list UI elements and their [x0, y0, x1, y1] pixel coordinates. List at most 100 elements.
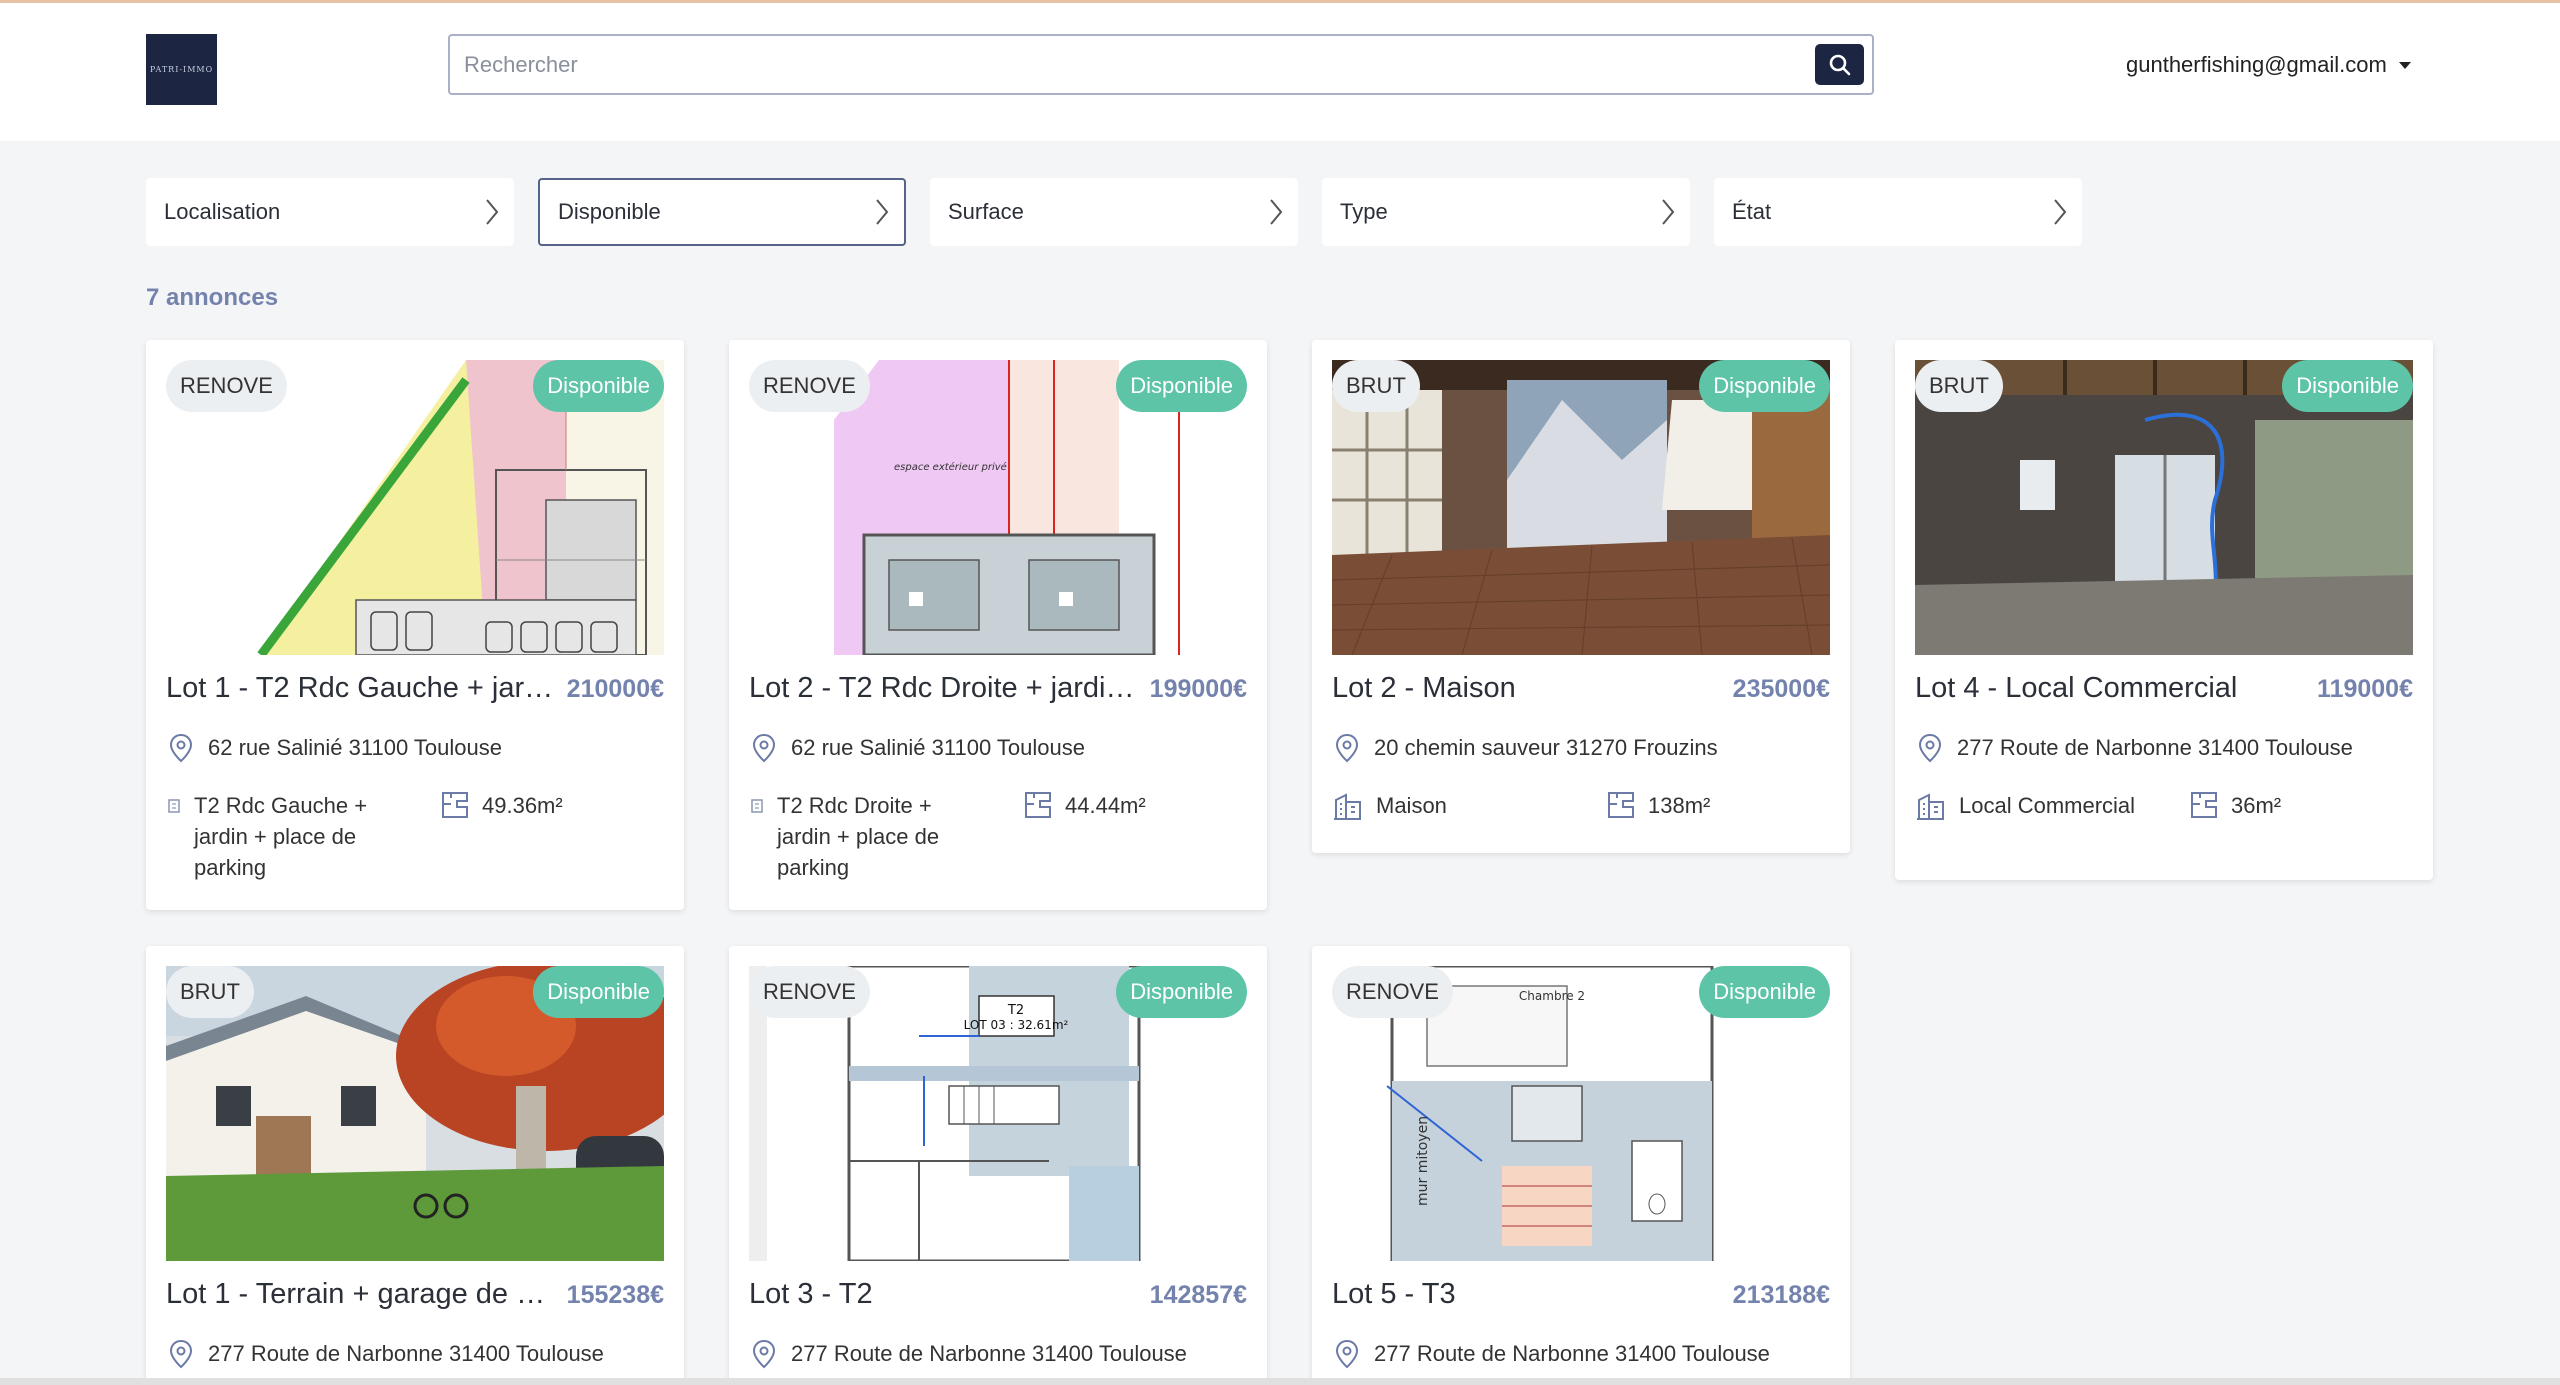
listing-address: 277 Route de Narbonne 31400 Toulouse	[1915, 732, 2353, 764]
surface-text: 36m²	[2231, 793, 2282, 818]
condition-badge: RENOVE	[166, 360, 287, 412]
filter-etat[interactable]: État	[1714, 178, 2082, 246]
floor-plan-icon	[442, 792, 468, 818]
listing-title[interactable]: Lot 5 - T3	[1332, 1278, 1722, 1311]
type-text: T2 Rdc Droite + jardin + place de parkin…	[777, 793, 940, 880]
caret-down-icon	[2398, 61, 2411, 69]
listing-title[interactable]: Lot 2 - Maison	[1332, 672, 1722, 705]
address-text: 277 Route de Narbonne 31400 Toulouse	[1374, 1341, 1770, 1366]
listing-title[interactable]: Lot 3 - T2	[749, 1278, 1139, 1311]
chevron-right-icon	[2054, 199, 2067, 225]
listing-card[interactable]: BRUT Disponible Lot 2 - Maison 235000€ 2…	[1312, 340, 1850, 853]
location-pin-icon	[169, 733, 193, 763]
plan-room-label: T2	[1007, 1003, 1024, 1018]
floor-plan-icon	[1608, 792, 1634, 818]
listing-title[interactable]: Lot 4 - Local Commercial	[1915, 672, 2305, 705]
location-pin-icon	[752, 1339, 776, 1369]
chevron-right-icon	[876, 199, 889, 225]
type-text: Maison	[1376, 793, 1447, 818]
filter-label: Localisation	[164, 199, 281, 224]
location-pin-icon	[169, 1339, 193, 1369]
listing-price: 155238€	[566, 1281, 664, 1309]
building-icon	[1917, 793, 1944, 820]
listing-card[interactable]: espace extérieur privé RENOVE Disponible…	[729, 340, 1267, 910]
listing-type: T2 Rdc Droite + jardin + place de parkin…	[749, 790, 989, 883]
search-input[interactable]	[464, 36, 1784, 93]
listing-card[interactable]: T2 LOT 03 : 32.61m² RENOVE Disponible Lo…	[729, 946, 1267, 1385]
status-badge: Disponible	[2282, 360, 2413, 412]
listing-price: 119000€	[2317, 675, 2413, 703]
status-badge: Disponible	[1116, 360, 1247, 412]
type-text: T2 Rdc Gauche + jardin + place de parkin…	[194, 793, 368, 880]
listing-card[interactable]: Chambre 2 mur mitoyen RENOVE Disponible …	[1312, 946, 1850, 1385]
listing-surface: 36m²	[2189, 790, 2281, 821]
listing-surface: 49.36m²	[440, 790, 563, 821]
listing-address: 277 Route de Narbonne 31400 Toulouse	[749, 1338, 1187, 1370]
search-icon	[1829, 54, 1850, 75]
location-pin-icon	[1918, 733, 1942, 763]
listing-card[interactable]: BRUT Disponible Lot 1 - Terrain + garage…	[146, 946, 684, 1385]
address-text: 277 Route de Narbonne 31400 Toulouse	[791, 1341, 1187, 1366]
listing-title[interactable]: Lot 2 - T2 Rdc Droite + jardin + place d…	[749, 672, 1139, 705]
results-count: 7 annonces	[146, 284, 279, 311]
floor-plan-icon	[1025, 792, 1051, 818]
building-icon	[168, 799, 180, 813]
listing-price: 142857€	[1149, 1281, 1247, 1309]
surface-text: 44.44m²	[1065, 793, 1146, 818]
status-badge: Disponible	[533, 360, 664, 412]
listing-address: 277 Route de Narbonne 31400 Toulouse	[166, 1338, 604, 1370]
address-text: 62 rue Salinié 31100 Toulouse	[208, 735, 502, 760]
listing-type: Maison	[1332, 790, 1572, 822]
chevron-right-icon	[1662, 199, 1675, 225]
site-header: PATRI-IMMO guntherfishing@gmail.com	[0, 3, 2560, 141]
type-text: Local Commercial	[1959, 793, 2136, 818]
plan-label: espace extérieur privé	[894, 461, 1007, 473]
filter-type[interactable]: Type	[1322, 178, 1690, 246]
listing-price: 235000€	[1732, 675, 1830, 703]
location-pin-icon	[752, 733, 776, 763]
condition-badge: RENOVE	[1332, 966, 1453, 1018]
plan-wall-label: mur mitoyen	[1415, 1116, 1431, 1206]
filter-label: État	[1732, 199, 1772, 224]
logo-text: PATRI-IMMO	[149, 65, 214, 74]
address-text: 62 rue Salinié 31100 Toulouse	[791, 735, 1085, 760]
listing-title[interactable]: Lot 1 - Terrain + garage de 34m²	[166, 1278, 556, 1311]
surface-text: 138m²	[1648, 793, 1711, 818]
filter-label: Surface	[948, 199, 1024, 224]
address-text: 277 Route de Narbonne 31400 Toulouse	[208, 1341, 604, 1366]
condition-badge: RENOVE	[749, 966, 870, 1018]
listing-address: 62 rue Salinié 31100 Toulouse	[749, 732, 1085, 764]
filter-localisation[interactable]: Localisation	[146, 178, 514, 246]
chevron-right-icon	[1270, 199, 1283, 225]
plan-room-label: Chambre 2	[1519, 989, 1585, 1003]
filter-surface[interactable]: Surface	[930, 178, 1298, 246]
search-bar	[448, 34, 1874, 95]
filter-label: Disponible	[558, 199, 661, 224]
window-bottom-edge	[0, 1378, 2560, 1385]
listing-card[interactable]: RENOVE Disponible Lot 1 - T2 Rdc Gauche …	[146, 340, 684, 910]
search-button[interactable]	[1815, 44, 1864, 85]
listing-surface: 44.44m²	[1023, 790, 1146, 821]
address-text: 20 chemin sauveur 31270 Frouzins	[1374, 735, 1718, 760]
location-pin-icon	[1335, 733, 1359, 763]
plan-lot-label: LOT 03 : 32.61m²	[964, 1018, 1069, 1032]
listing-type: T2 Rdc Gauche + jardin + place de parkin…	[166, 790, 406, 883]
filter-disponible[interactable]: Disponible	[538, 178, 906, 246]
status-badge: Disponible	[1699, 360, 1830, 412]
listing-type: Local Commercial	[1915, 790, 2155, 822]
listing-card[interactable]: BRUT Disponible Lot 4 - Local Commercial…	[1895, 340, 2433, 880]
listing-address: 62 rue Salinié 31100 Toulouse	[166, 732, 502, 764]
listing-price: 210000€	[566, 675, 664, 703]
address-text: 277 Route de Narbonne 31400 Toulouse	[1957, 735, 2353, 760]
listing-price: 213188€	[1732, 1281, 1830, 1309]
condition-badge: BRUT	[1332, 360, 1420, 412]
condition-badge: BRUT	[166, 966, 254, 1018]
listing-title[interactable]: Lot 1 - T2 Rdc Gauche + jardin + place d…	[166, 672, 556, 705]
status-badge: Disponible	[1116, 966, 1247, 1018]
building-icon	[751, 799, 763, 813]
user-menu[interactable]: guntherfishing@gmail.com	[2126, 47, 2411, 83]
surface-text: 49.36m²	[482, 793, 563, 818]
listing-price: 199000€	[1149, 675, 1247, 703]
location-pin-icon	[1335, 1339, 1359, 1369]
site-logo[interactable]: PATRI-IMMO	[146, 34, 217, 105]
